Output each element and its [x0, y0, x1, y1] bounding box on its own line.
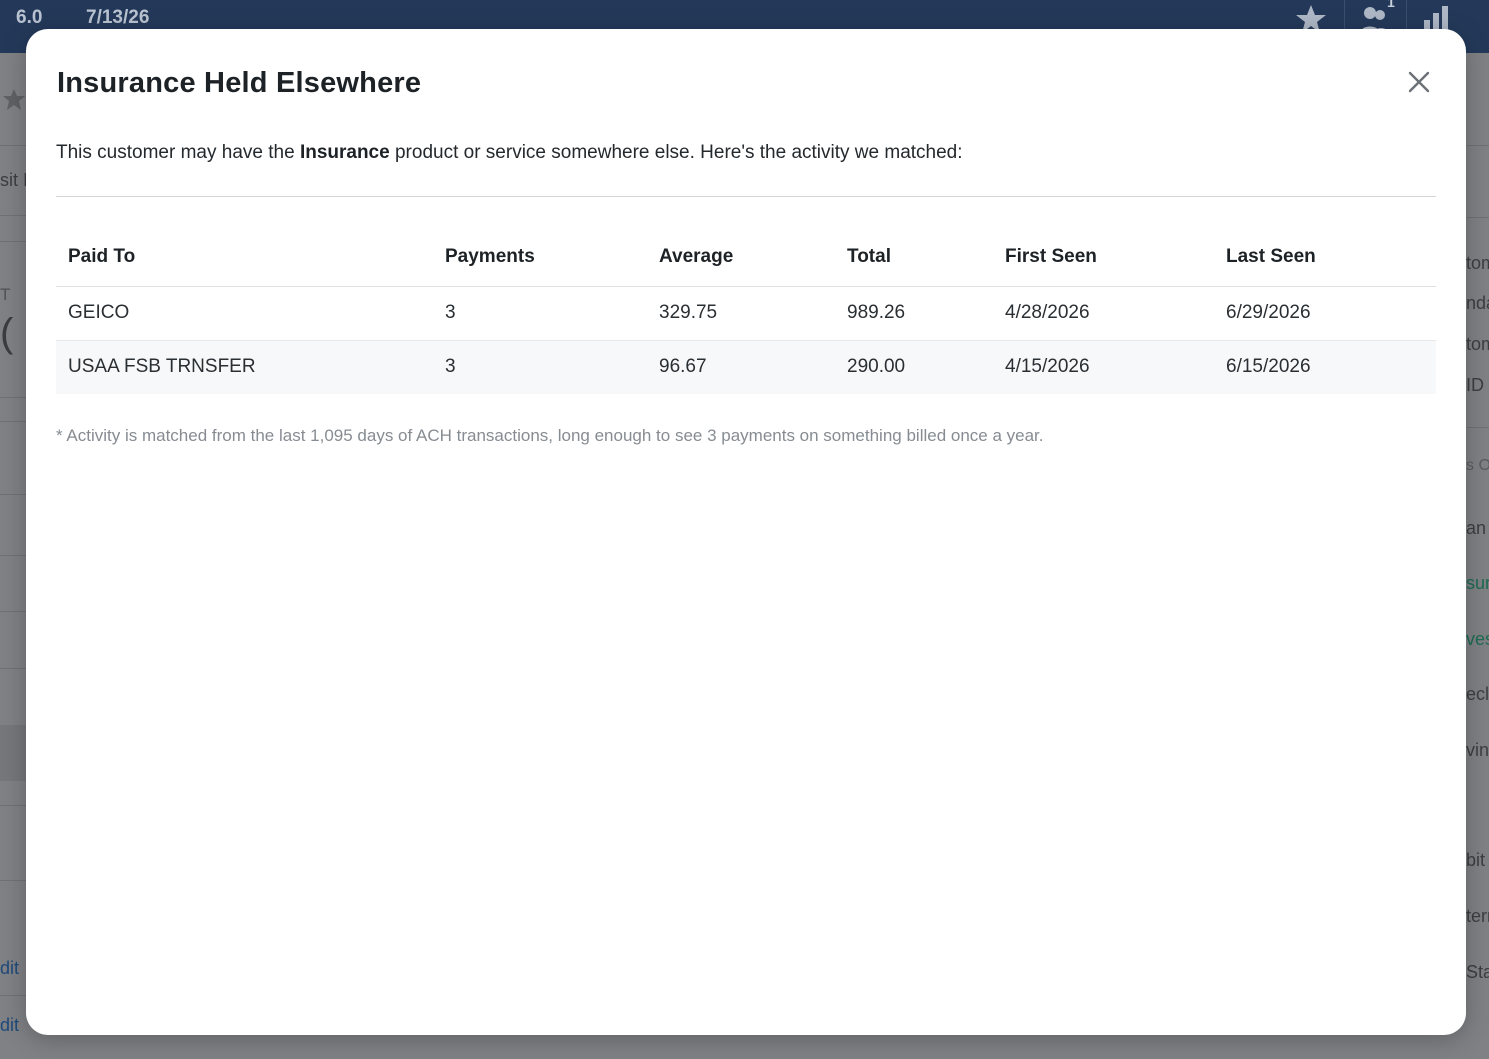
cell-first-seen: 4/28/2026 — [993, 286, 1214, 341]
version-label: 6.0 — [16, 7, 43, 28]
background-text: sura — [1466, 573, 1489, 593]
insurance-held-elsewhere-dialog: Insurance Held Elsewhere This customer m… — [26, 29, 1466, 1035]
background-text: T — [0, 285, 11, 304]
cell-total: 290.00 — [835, 340, 993, 394]
column-header-payments: Payments — [433, 229, 647, 287]
cell-last-seen: 6/15/2026 — [1214, 340, 1436, 394]
cell-first-seen: 4/15/2026 — [993, 340, 1214, 394]
divider — [56, 196, 1436, 197]
background-text: ves — [1466, 629, 1489, 649]
column-header-last-seen: Last Seen — [1214, 229, 1436, 287]
cell-total: 989.26 — [835, 286, 993, 341]
cell-payments: 3 — [433, 286, 647, 341]
background-text: tom — [1466, 253, 1489, 273]
background-text: Stat — [1466, 962, 1489, 982]
background-text: bit — [1466, 850, 1486, 870]
background-text: tom — [1466, 334, 1489, 354]
background-left-panel: sit I T ( dit dit — [0, 53, 29, 1059]
cell-paid-to: USAA FSB TRNSFER — [56, 340, 433, 394]
background-text: nda — [1466, 293, 1489, 313]
table-row: GEICO 3 329.75 989.26 4/28/2026 6/29/202… — [56, 286, 1436, 341]
cell-payments: 3 — [433, 340, 647, 394]
background-text: terr — [1466, 906, 1489, 926]
background-text: ecl — [1466, 684, 1489, 704]
background-text: an — [1466, 518, 1487, 538]
dialog-title: Insurance Held Elsewhere — [57, 67, 422, 99]
cell-paid-to: GEICO — [56, 286, 433, 341]
background-text: ID — [1466, 375, 1484, 395]
column-header-total: Total — [835, 229, 993, 287]
background-edit-link: dit — [0, 958, 20, 978]
cell-average: 96.67 — [647, 340, 835, 394]
background-text: ( — [0, 311, 14, 355]
table-row: USAA FSB TRNSFER 3 96.67 290.00 4/15/202… — [56, 340, 1436, 394]
background-text: vin — [1466, 740, 1489, 760]
footnote: * Activity is matched from the last 1,09… — [56, 426, 1044, 445]
star-icon — [2, 88, 26, 117]
column-header-first-seen: First Seen — [993, 229, 1214, 287]
column-header-average: Average — [647, 229, 835, 287]
background-edit-link: dit — [0, 1015, 20, 1035]
cell-average: 329.75 — [647, 286, 835, 341]
notification-badge: 1 — [1387, 0, 1395, 10]
dialog-intro: This customer may have the Insurance pro… — [56, 142, 963, 163]
background-text: s O — [1466, 457, 1489, 474]
column-header-paid-to: Paid To — [56, 229, 433, 287]
table-header-row: Paid To Payments Average Total First See… — [56, 229, 1436, 287]
matched-activity-table: Paid To Payments Average Total First See… — [56, 229, 1436, 394]
background-right-panel: tom nda tom ID s O an sura ves ecl vin b… — [1466, 53, 1489, 1059]
product-name: Insurance — [299, 142, 390, 163]
close-button[interactable] — [1404, 67, 1434, 97]
date-label: 7/13/26 — [86, 7, 150, 28]
close-icon — [1408, 71, 1430, 93]
cell-last-seen: 6/29/2026 — [1214, 286, 1436, 341]
background-text: sit I — [0, 170, 29, 190]
